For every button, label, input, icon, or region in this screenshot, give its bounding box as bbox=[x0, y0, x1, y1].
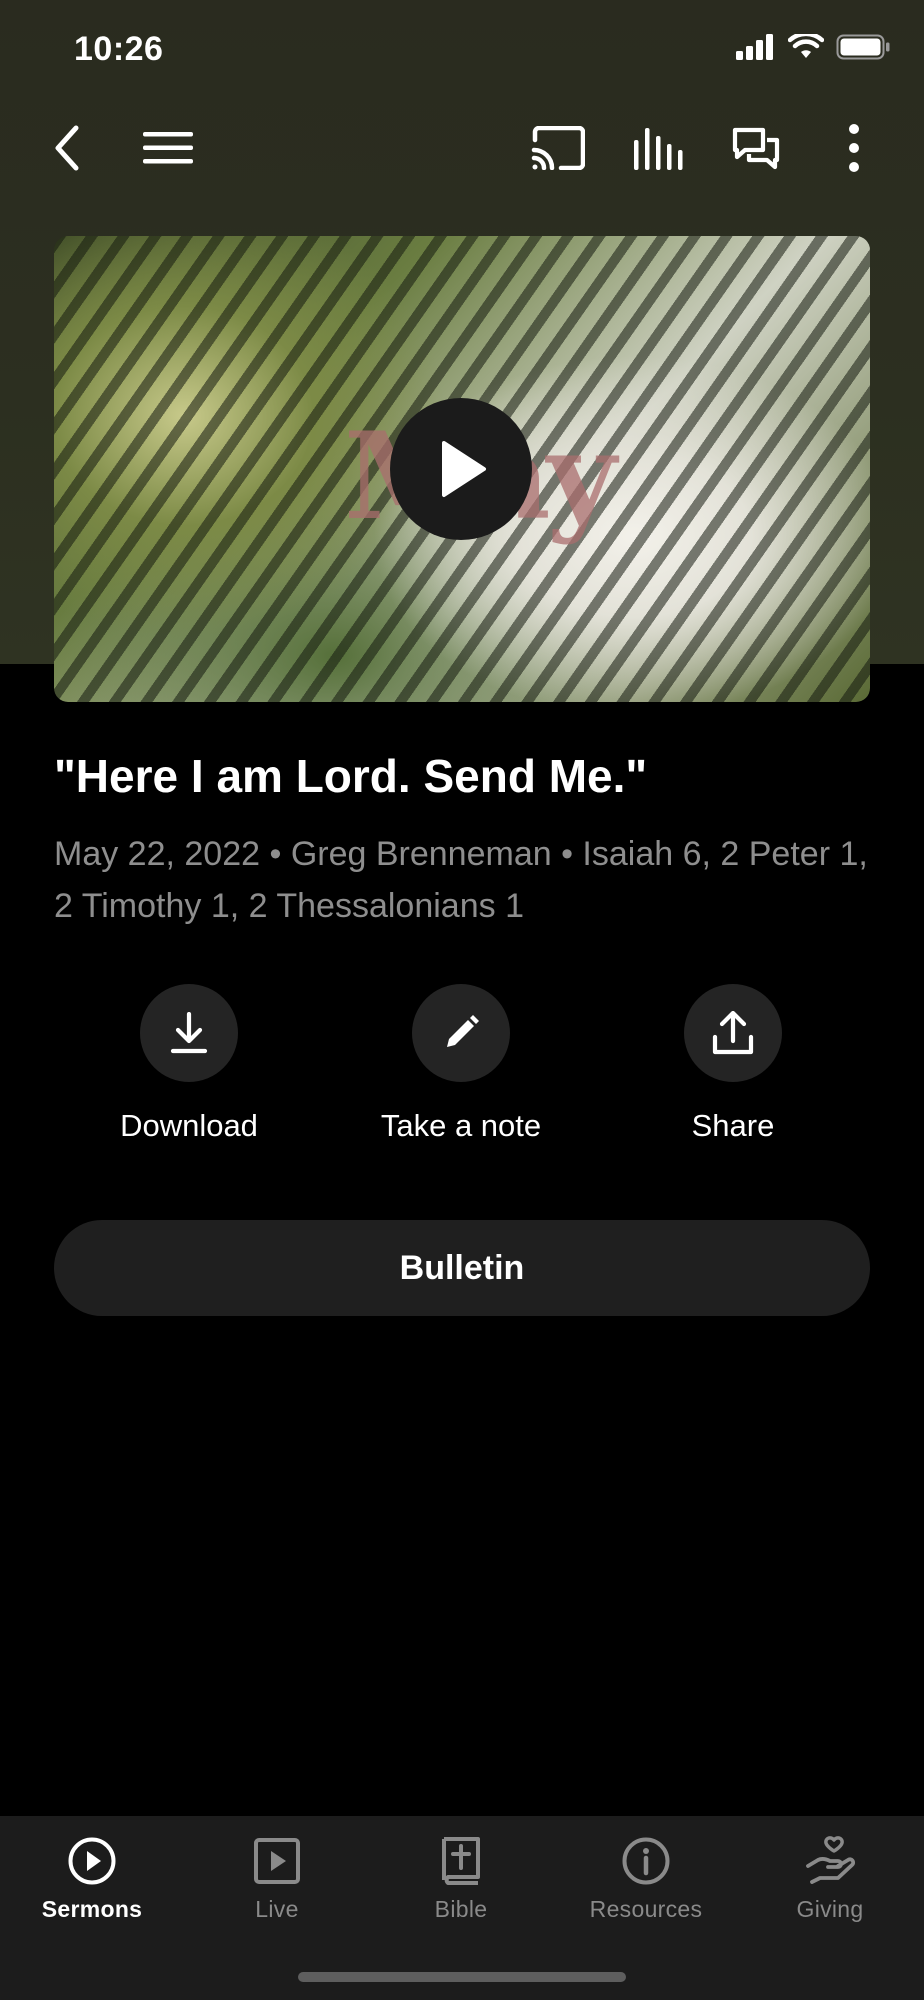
audio-bars-icon bbox=[634, 128, 683, 170]
sermon-title: "Here I am Lord. Send Me." bbox=[54, 750, 648, 802]
download-icon bbox=[170, 1012, 208, 1054]
play-button[interactable] bbox=[390, 398, 532, 540]
action-row: Download Take a note Share bbox=[0, 984, 924, 1144]
status-bar: 10:26 bbox=[0, 0, 924, 100]
download-button[interactable] bbox=[140, 984, 238, 1082]
tab-resources-label: Resources bbox=[589, 1896, 703, 1922]
bulletin-button[interactable]: Bulletin bbox=[54, 1220, 870, 1316]
tab-live[interactable]: Live bbox=[187, 1836, 367, 1923]
battery-icon bbox=[836, 34, 890, 60]
cast-icon bbox=[531, 126, 585, 170]
download-label: Download bbox=[120, 1108, 258, 1143]
play-circle-icon bbox=[68, 1837, 116, 1885]
more-vertical-icon bbox=[849, 124, 859, 172]
hamburger-menu-icon bbox=[143, 132, 193, 164]
pencil-icon bbox=[447, 1015, 479, 1047]
take-note-action[interactable]: Take a note bbox=[341, 984, 581, 1144]
status-time: 10:26 bbox=[74, 30, 164, 68]
status-icons bbox=[736, 34, 892, 60]
audio-button[interactable] bbox=[620, 110, 696, 186]
tab-live-label: Live bbox=[255, 1896, 299, 1922]
tab-bible[interactable]: Bible bbox=[371, 1836, 551, 1923]
tab-resources[interactable]: Resources bbox=[556, 1836, 736, 1923]
share-button[interactable] bbox=[684, 984, 782, 1082]
sermon-video-thumbnail[interactable]: May bbox=[54, 236, 870, 702]
more-options-button[interactable] bbox=[816, 110, 892, 186]
tab-sermons[interactable]: Sermons bbox=[2, 1836, 182, 1923]
share-label: Share bbox=[691, 1108, 775, 1143]
share-action[interactable]: Share bbox=[613, 984, 853, 1144]
tab-giving[interactable]: Giving bbox=[740, 1836, 920, 1923]
tab-giving-label: Giving bbox=[796, 1896, 864, 1922]
chevron-left-icon bbox=[55, 125, 79, 171]
cast-button[interactable] bbox=[520, 110, 596, 186]
cellular-signal-icon bbox=[736, 34, 773, 60]
sermon-meta: May 22, 2022 • Greg Brenneman • Isaiah 6… bbox=[54, 835, 868, 925]
info-icon bbox=[622, 1837, 670, 1885]
take-note-label: Take a note bbox=[380, 1108, 542, 1143]
tab-sermons-label: Sermons bbox=[41, 1896, 143, 1922]
back-button[interactable] bbox=[30, 110, 106, 186]
giving-hand-icon bbox=[806, 1836, 856, 1884]
wifi-icon bbox=[788, 34, 824, 58]
chat-bubbles-icon bbox=[732, 127, 780, 170]
toolbar bbox=[0, 110, 924, 186]
tab-bible-label: Bible bbox=[434, 1896, 488, 1922]
bible-icon bbox=[442, 1837, 480, 1885]
play-icon bbox=[442, 441, 486, 497]
share-icon bbox=[712, 1011, 754, 1055]
play-square-icon bbox=[254, 1838, 300, 1884]
chat-button[interactable] bbox=[718, 110, 794, 186]
menu-button[interactable] bbox=[130, 110, 206, 186]
home-indicator bbox=[298, 1972, 626, 1982]
download-action[interactable]: Download bbox=[69, 984, 309, 1144]
take-note-button[interactable] bbox=[412, 984, 510, 1082]
